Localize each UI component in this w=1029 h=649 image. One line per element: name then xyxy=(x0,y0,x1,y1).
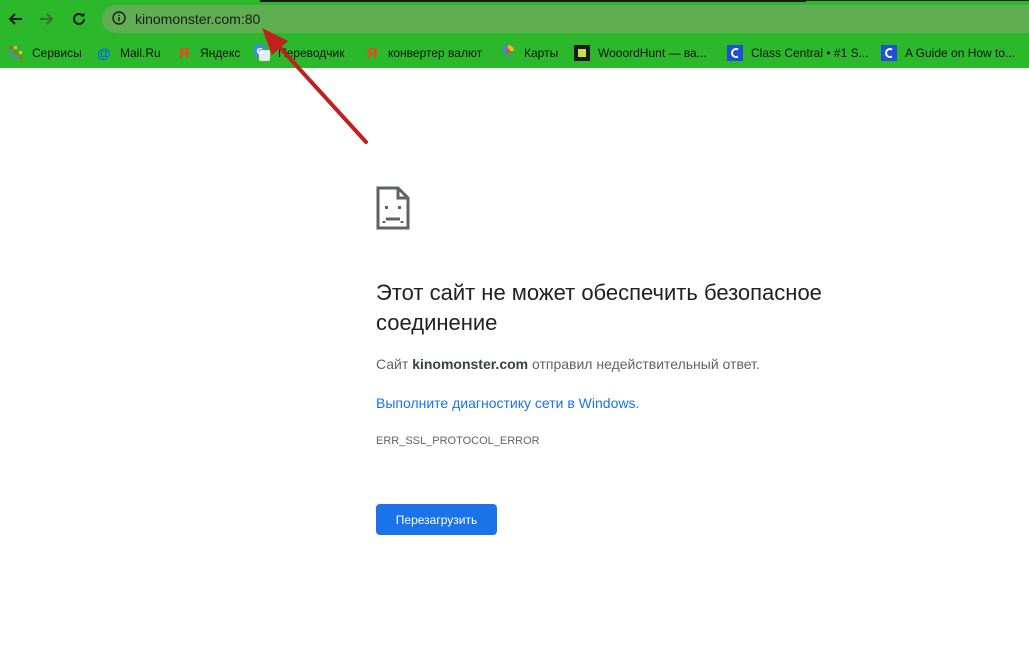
url-text[interactable]: kinomonster.com:80 xyxy=(135,10,260,28)
error-title: Этот сайт не может обеспечить безопасное… xyxy=(376,280,822,335)
bookmark-label: Яндекс xyxy=(200,46,241,60)
error-description: Сайт kinomonster.com отправил недействит… xyxy=(376,354,760,374)
back-button[interactable] xyxy=(2,6,28,32)
bookmark-label: A Guide on How to... xyxy=(905,46,1016,60)
classcentral-icon xyxy=(881,45,897,61)
forward-arrow-icon xyxy=(40,13,54,25)
info-icon[interactable] xyxy=(112,11,126,25)
bookmark-maps[interactable]: Карты xyxy=(500,42,558,64)
apps-grid-icon xyxy=(8,45,24,61)
sad-page-icon xyxy=(376,186,410,230)
bookmark-label: WooordHunt — ва... xyxy=(598,46,707,60)
browser-toolbar: kinomonster.com:80 Сервисы @ Mail.Ru Я Я… xyxy=(0,0,1029,68)
mailru-icon: @ xyxy=(97,45,111,61)
classcentral-icon xyxy=(727,45,743,61)
bookmark-label: Class Central • #1 S... xyxy=(751,46,869,60)
back-arrow-icon xyxy=(8,13,22,25)
reload-button[interactable]: Перезагрузить xyxy=(376,504,497,535)
network-diagnostics-link[interactable]: Выполните диагностику сети в Windows. xyxy=(376,393,639,413)
bookmark-wooordhunt[interactable]: WooordHunt — ва... xyxy=(574,42,707,64)
navigation-bar: kinomonster.com:80 xyxy=(0,0,1029,38)
bookmark-label: конвертер валют xyxy=(388,46,483,60)
bookmark-label: Карты xyxy=(524,46,559,60)
description-suffix: отправил недействительный ответ. xyxy=(532,356,760,372)
bookmark-classcentral-1[interactable]: Class Central • #1 S... xyxy=(727,42,869,64)
wooordhunt-icon xyxy=(574,45,590,61)
yandex-icon: Я xyxy=(178,44,190,62)
bookmark-label: Mail.Ru xyxy=(120,46,161,60)
bookmark-currency-converter[interactable]: Я конвертер валют xyxy=(364,42,483,64)
google-maps-icon xyxy=(500,45,516,61)
bookmarks-bar: Сервисы @ Mail.Ru Я Яндекс G Переводчик … xyxy=(0,38,1029,68)
error-code: ERR_SSL_PROTOCOL_ERROR xyxy=(376,435,540,447)
description-host: kinomonster.com xyxy=(412,356,529,372)
bookmark-yandex[interactable]: Я Яндекс xyxy=(176,42,241,64)
bookmark-classcentral-2[interactable]: A Guide on How to... xyxy=(881,42,1015,64)
description-prefix: Сайт xyxy=(376,356,409,372)
bookmark-services[interactable]: Сервисы xyxy=(8,42,82,64)
reload-page-button[interactable] xyxy=(66,6,92,32)
reload-icon xyxy=(73,12,85,25)
bookmark-label: Сервисы xyxy=(32,46,82,60)
forward-button[interactable] xyxy=(34,6,60,32)
red-arrow-icon xyxy=(262,28,368,144)
bookmark-mailru[interactable]: @ Mail.Ru xyxy=(96,42,161,64)
